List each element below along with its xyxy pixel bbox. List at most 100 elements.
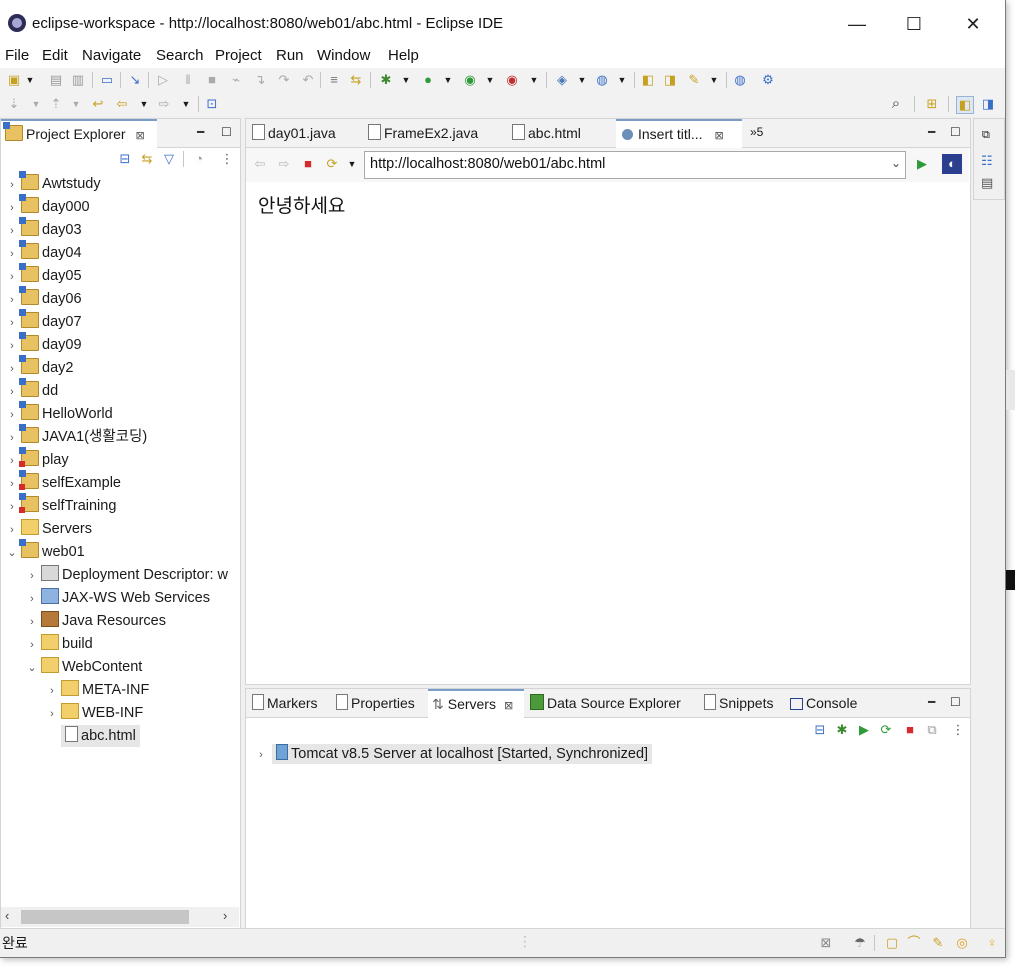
forward-dropdown-icon[interactable]: ▼: [178, 96, 194, 112]
new-class-icon[interactable]: ◍: [594, 72, 610, 88]
terminate-icon[interactable]: ■: [204, 72, 220, 88]
search-icon[interactable]: ⌕: [888, 96, 904, 112]
bookmarks-icon[interactable]: ▢: [884, 935, 900, 951]
tree-item-selftraining[interactable]: › selfTraining: [5, 493, 116, 518]
new-java-project-icon[interactable]: ◈: [554, 72, 570, 88]
notifications-icon[interactable]: ☂: [852, 935, 868, 951]
tree-item-deployment-descriptor[interactable]: › Deployment Descriptor: w: [25, 564, 237, 586]
web-browser-icon[interactable]: ◍: [732, 72, 748, 88]
tree-item-meta-inf[interactable]: › META-INF: [45, 679, 149, 701]
restore-icon[interactable]: ⧉: [982, 129, 990, 142]
expand-icon[interactable]: ›: [25, 611, 39, 633]
minimize-bottom-icon[interactable]: ━: [928, 695, 935, 709]
tree-item-web01[interactable]: ⌄ web01: [5, 539, 85, 564]
filter-icon[interactable]: ▽: [161, 151, 177, 167]
expand-icon[interactable]: ›: [5, 404, 19, 426]
search-dropdown-icon[interactable]: ▼: [706, 72, 722, 88]
menu-run[interactable]: Run: [276, 47, 304, 64]
expand-icon[interactable]: ›: [254, 744, 268, 766]
tips-icon[interactable]: ✎: [930, 935, 946, 951]
problems-icon[interactable]: ⊠: [818, 935, 834, 951]
go-icon[interactable]: ▶: [914, 156, 930, 172]
save-icon[interactable]: ▤: [48, 72, 64, 88]
suspend-icon[interactable]: ‖: [180, 72, 196, 88]
expand-icon[interactable]: ›: [5, 266, 19, 288]
debug-icon[interactable]: ✱: [378, 72, 394, 88]
tab-snippets[interactable]: Snippets: [702, 689, 773, 717]
lightbulb-icon[interactable]: ♀: [984, 935, 1000, 951]
step-return-icon[interactable]: ↶: [300, 72, 316, 88]
expand-icon[interactable]: ›: [5, 358, 19, 380]
server-row-tomcat[interactable]: › Tomcat v8.5 Server at localhost [Start…: [254, 743, 653, 766]
view-menu-icon[interactable]: ⋮: [950, 722, 966, 738]
project-explorer-tab[interactable]: Project Explorer ⊠: [1, 119, 157, 148]
previous-annotation-icon[interactable]: ⇡: [48, 96, 64, 112]
start-server-icon[interactable]: ▶: [856, 722, 872, 738]
collapse-icon[interactable]: ⌄: [5, 542, 19, 564]
tree-item-day04[interactable]: › day04: [5, 240, 82, 265]
link-with-editor-icon[interactable]: ⇆: [139, 151, 155, 167]
close-servers-icon[interactable]: ⊠: [504, 700, 513, 712]
maximize-button[interactable]: ☐: [891, 8, 937, 40]
tree-item-web-inf[interactable]: › WEB-INF: [45, 702, 143, 724]
menu-window[interactable]: Window: [317, 47, 370, 64]
tutorial-icon[interactable]: ⌒: [906, 935, 922, 951]
tree-item-build[interactable]: › build: [25, 633, 93, 655]
tree-item-servers[interactable]: › Servers: [5, 518, 92, 540]
tab-abc-html[interactable]: abc.html: [510, 119, 610, 147]
tab-console[interactable]: Console: [788, 689, 857, 717]
expand-icon[interactable]: ›: [5, 473, 19, 495]
expand-icon[interactable]: ›: [5, 496, 19, 518]
tree-item-webcontent[interactable]: ⌄ WebContent: [25, 656, 142, 678]
java-perspective-icon[interactable]: ◨: [980, 96, 996, 112]
browser-back-icon[interactable]: ⇦: [252, 156, 268, 172]
debug-server-icon[interactable]: ✱: [834, 722, 850, 738]
debug-dropdown-icon[interactable]: ▼: [398, 72, 414, 88]
tree-item-dd[interactable]: › dd: [5, 378, 58, 403]
tab-insert-title[interactable]: Insert titl... ⊠: [616, 119, 742, 148]
tab-data-source-explorer[interactable]: Data Source Explorer: [528, 689, 681, 717]
tree-item-selfexample[interactable]: › selfExample: [5, 470, 121, 495]
java-ee-perspective-icon[interactable]: ◧: [956, 96, 974, 114]
menu-project[interactable]: Project: [215, 47, 262, 64]
tree-item-day07[interactable]: › day07: [5, 309, 82, 333]
maximize-view-icon[interactable]: ☐: [221, 125, 232, 139]
collapse-icon[interactable]: ⌄: [25, 657, 39, 679]
minimize-button[interactable]: —: [834, 8, 880, 40]
tree-item-helloworld[interactable]: › HelloWorld: [5, 401, 113, 426]
task-list-icon[interactable]: ▤: [981, 175, 993, 191]
menu-help[interactable]: Help: [388, 47, 419, 64]
outline-icon[interactable]: ☷: [981, 153, 993, 169]
skip-breakpoints-icon[interactable]: ↘: [127, 72, 143, 88]
expand-icon[interactable]: ›: [5, 243, 19, 265]
browser-refresh-icon[interactable]: ⟳: [324, 156, 340, 172]
expand-icon[interactable]: ›: [5, 289, 19, 311]
stop-server-icon[interactable]: ■: [902, 722, 918, 738]
help-icon[interactable]: ◎: [954, 935, 970, 951]
eclipse-browser-icon[interactable]: ◐: [942, 154, 962, 174]
expand-icon[interactable]: ›: [5, 174, 19, 196]
coverage-dropdown-icon[interactable]: ▼: [482, 72, 498, 88]
expand-icon[interactable]: ›: [25, 634, 39, 656]
last-edit-location-icon[interactable]: ↩: [90, 96, 106, 112]
menu-file[interactable]: File: [5, 47, 29, 64]
tree-item-jax-ws[interactable]: › JAX-WS Web Services: [25, 587, 210, 609]
new-class-dropdown-icon[interactable]: ▼: [614, 72, 630, 88]
tree-item-day06[interactable]: › day06: [5, 286, 82, 311]
tree-item-day05[interactable]: › day05: [5, 263, 82, 288]
expand-icon[interactable]: ›: [5, 381, 19, 403]
minimize-view-icon[interactable]: ━: [197, 125, 204, 139]
new-icon[interactable]: ▣: [6, 72, 22, 88]
menu-edit[interactable]: Edit: [42, 47, 68, 64]
tree-item-day09[interactable]: › day09: [5, 332, 82, 356]
horizontal-scrollbar[interactable]: ‹ ›: [1, 907, 239, 927]
scroll-left-icon[interactable]: ‹: [5, 908, 9, 923]
scroll-right-icon[interactable]: ›: [223, 908, 227, 923]
back-icon[interactable]: ⇦: [114, 96, 130, 112]
close-button[interactable]: ✕: [950, 8, 996, 40]
forward-icon[interactable]: ⇨: [156, 96, 172, 112]
external-tools-dropdown-icon[interactable]: ▼: [526, 72, 542, 88]
tab-properties[interactable]: Properties: [334, 689, 415, 717]
resume-icon[interactable]: ▷: [155, 72, 171, 88]
tree-item-java1[interactable]: › JAVA1(생활코딩): [5, 424, 147, 448]
